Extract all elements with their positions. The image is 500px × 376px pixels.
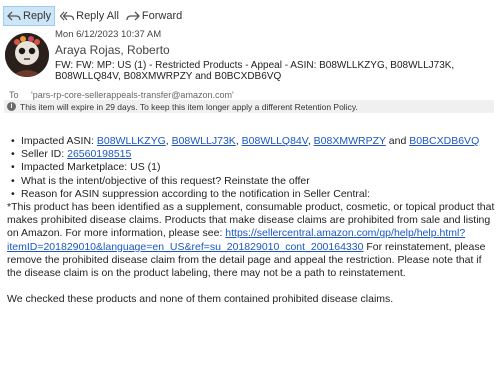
seller-id-link[interactable]: 26560198515 (67, 148, 131, 160)
message-toolbar: Reply Reply All Forward (0, 6, 184, 26)
message-date: Mon 6/12/2023 10:37 AM (55, 29, 162, 40)
reply-button[interactable]: Reply (3, 6, 56, 26)
asin-link[interactable]: B08WLLJ73K (172, 135, 236, 147)
forward-label: Forward (141, 10, 183, 22)
list-item-intent: What is the intent/objective of this req… (11, 175, 495, 188)
info-icon: i (7, 102, 16, 111)
claim-paragraph: *This product has been identified as a s… (7, 201, 495, 280)
retention-info-bar: i This item will expire in 29 days. To k… (4, 100, 494, 113)
reply-all-button[interactable]: Reply All (58, 7, 121, 25)
to-label: To (9, 90, 19, 100)
retention-notice: This item will expire in 29 days. To kee… (20, 101, 358, 112)
forward-button[interactable]: Forward (124, 7, 184, 25)
closing-paragraph: We checked these products and none of th… (7, 293, 394, 306)
forward-icon (126, 11, 140, 21)
message-body: Impacted ASIN: B08WLLKZYG, B08WLLJ73K, B… (7, 135, 495, 306)
recipient-row: To 'pars-rp-core-sellerappeals-transfer@… (9, 90, 234, 100)
list-item-asins: Impacted ASIN: B08WLLKZYG, B08WLLJ73K, B… (11, 135, 495, 148)
message-subject: FW: FW: MP: US (1) - Restricted Products… (55, 60, 455, 82)
asin-link[interactable]: B08WLLKZYG (97, 135, 166, 147)
asin-link[interactable]: B08WLLQ84V (242, 135, 308, 147)
sender-avatar (5, 33, 49, 77)
list-item-seller-id: Seller ID: 26560198515 (11, 148, 495, 161)
list-item-marketplace: Impacted Marketplace: US (1) (11, 161, 495, 174)
reply-icon (7, 11, 21, 21)
recipient-address[interactable]: 'pars-rp-core-sellerappeals-transfer@ama… (31, 90, 234, 100)
list-item-reason: Reason for ASIN suppression according to… (11, 188, 495, 201)
reply-all-icon (60, 11, 75, 21)
sender-name[interactable]: Araya Rojas, Roberto (55, 43, 170, 57)
asin-link[interactable]: B08XMWRPZY (314, 135, 386, 147)
reply-label: Reply (23, 10, 52, 22)
reply-all-label: Reply All (76, 10, 119, 22)
asin-link[interactable]: B0BCXDB6VQ (409, 135, 479, 147)
summary-list: Impacted ASIN: B08WLLKZYG, B08WLLJ73K, B… (7, 135, 495, 201)
